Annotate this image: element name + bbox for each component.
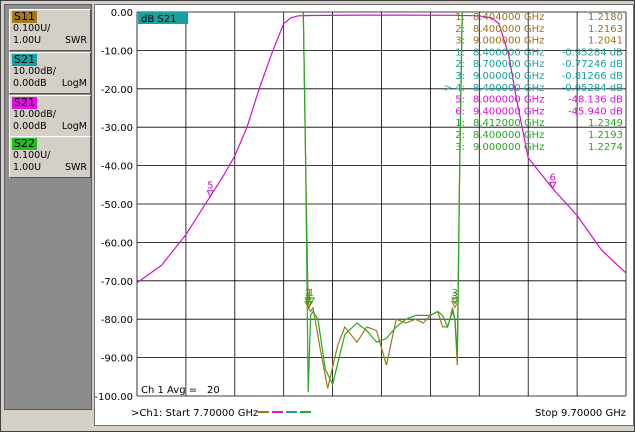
marker-readout-value: 1.2163 xyxy=(588,24,623,35)
y-tick-label: -90.00 xyxy=(101,354,133,365)
averaging-value: 20 xyxy=(207,385,220,396)
marker-readout-id: 3: xyxy=(455,142,465,153)
marker-readout-frequency: 8.400000 GHz xyxy=(473,47,544,58)
marker-label: 6 xyxy=(549,172,555,183)
marker-readout-id: 1: xyxy=(455,118,465,129)
marker-readout-value: 1.2349 xyxy=(588,118,623,129)
marker-readout-frequency: 9.000000 GHz xyxy=(473,71,544,82)
marker-readout-value: 1.2180 xyxy=(588,12,623,23)
marker-readout-value: -0.95284 dB xyxy=(562,83,623,94)
y-tick-label: 0.00 xyxy=(111,8,133,19)
trace-s21-ref: 0.00dB xyxy=(13,78,47,89)
analyzer-window: S11 0.100U/ 1.00U SWR S21 10.00dB/ 0.00d… xyxy=(0,0,635,432)
marker-label: 3 xyxy=(452,288,458,299)
marker-readout-value: -0.81266 dB xyxy=(562,71,623,82)
trace-s21-mem-ref: 0.00dB xyxy=(13,121,47,132)
marker-readout-frequency: 8.412000 GHz xyxy=(473,118,544,129)
marker-readout-frequency: 9.000000 GHz xyxy=(473,142,544,153)
marker-readout-id: 2: xyxy=(455,59,465,70)
marker-readout-frequency: 9.400000 GHz xyxy=(473,106,544,117)
trace-s11-scale: 0.100U/ xyxy=(13,23,51,34)
marker-label: 2 xyxy=(305,288,311,299)
series-s11-line xyxy=(302,11,463,389)
marker-readout-frequency: 9.000000 GHz xyxy=(473,36,544,47)
active-trace-label: dB S21 xyxy=(141,14,176,25)
trace-s21-mem-badge: S21 xyxy=(12,96,37,109)
marker-readout-frequency: 8.404000 GHz xyxy=(473,12,544,23)
marker-readout-id: 2: xyxy=(455,24,465,35)
y-tick-label: -70.00 xyxy=(101,277,133,288)
trace-s22-format: SWR xyxy=(64,162,87,173)
y-tick-label: -80.00 xyxy=(101,315,133,326)
marker-readout-frequency: 8.400000 GHz xyxy=(473,130,544,141)
marker-readout-id: 1: xyxy=(455,12,465,23)
trace-s22-box[interactable]: S22 0.100U/ 1.00U SWR xyxy=(9,136,91,178)
marker-readout-value: -0.77246 dB xyxy=(562,59,623,70)
s-parameter-chart: 0.00 -10.00 -20.00 -30.00 -40.00 -50.00 -60.00… xyxy=(94,8,627,419)
trace-s21-mem-format: LogM xyxy=(61,121,87,132)
series-s22-line xyxy=(302,11,463,393)
marker-readout-id: 6: xyxy=(455,106,465,117)
trace-s22-badge: S22 xyxy=(12,137,37,150)
y-tick-label: -20.00 xyxy=(101,85,133,96)
trace-s11-ref: 1.00U xyxy=(13,35,42,46)
marker-readout-frequency: 8.000000 GHz xyxy=(473,95,544,106)
marker-readout-frequency: 8.400000 GHz xyxy=(473,24,544,35)
plot-area[interactable]: 0.00 -10.00 -20.00 -30.00 -40.00 -50.00 -60.00… xyxy=(94,4,634,426)
y-tick-label: -40.00 xyxy=(101,162,133,173)
trace-s21-format: LogM xyxy=(61,78,87,89)
trace-s22-scale: 0.100U/ xyxy=(13,150,51,161)
marker-readout-id: 3: xyxy=(455,71,465,82)
trace-s11-badge: S11 xyxy=(12,10,37,23)
trace-s21-scale: 10.00dB/ xyxy=(13,66,56,77)
trace-s11-box[interactable]: S11 0.100U/ 1.00U SWR xyxy=(9,9,91,51)
marker-readout-value: 1.2041 xyxy=(588,36,623,47)
marker-readout-value: 1.2193 xyxy=(588,130,623,141)
trace-s21-badge: S21 xyxy=(12,53,37,66)
sweep-stop-label: Stop 9.70000 GHz xyxy=(535,408,626,419)
y-tick-label: -60.00 xyxy=(101,238,133,249)
trace-s21-mem-box[interactable]: S21 10.00dB/ 0.00dB LogM xyxy=(9,95,91,137)
y-tick-label: -30.00 xyxy=(101,123,133,134)
marker-readout-id: 1: xyxy=(455,47,465,58)
marker-readout-id: 2: xyxy=(455,130,465,141)
y-tick-label: -50.00 xyxy=(101,200,133,211)
trace-panel: S11 0.100U/ 1.00U SWR S21 10.00dB/ 0.00d… xyxy=(4,4,92,410)
trace-s21-mem-scale: 10.00dB/ xyxy=(13,109,56,120)
sweep-start-label: >Ch1: Start 7.70000 GHz xyxy=(131,408,258,419)
trace-s11-format: SWR xyxy=(64,35,87,46)
averaging-label: Ch 1 Avg = xyxy=(141,385,197,396)
marker-readout-frequency: 8.700000 GHz xyxy=(473,59,544,70)
marker-readout-value: 1.2274 xyxy=(588,142,623,153)
marker-readout-value: -0.95284 dB xyxy=(562,47,623,58)
marker-readout-id: > 4: xyxy=(444,83,465,94)
y-tick-label: -10.00 xyxy=(101,46,133,57)
y-tick-label: -100.00 xyxy=(95,392,133,403)
marker-readout-frequency: 8.400000 GHz xyxy=(473,83,544,94)
marker-readout-value: -45.940 dB xyxy=(568,106,623,117)
marker-readout-id: 3: xyxy=(455,36,465,47)
marker-readout-value: -48.136 dB xyxy=(568,95,623,106)
trace-s22-ref: 1.00U xyxy=(13,162,42,173)
trace-s21-box[interactable]: S21 10.00dB/ 0.00dB LogM xyxy=(9,52,91,94)
marker-readout-id: 5: xyxy=(455,95,465,106)
marker-label: 5 xyxy=(207,181,213,192)
